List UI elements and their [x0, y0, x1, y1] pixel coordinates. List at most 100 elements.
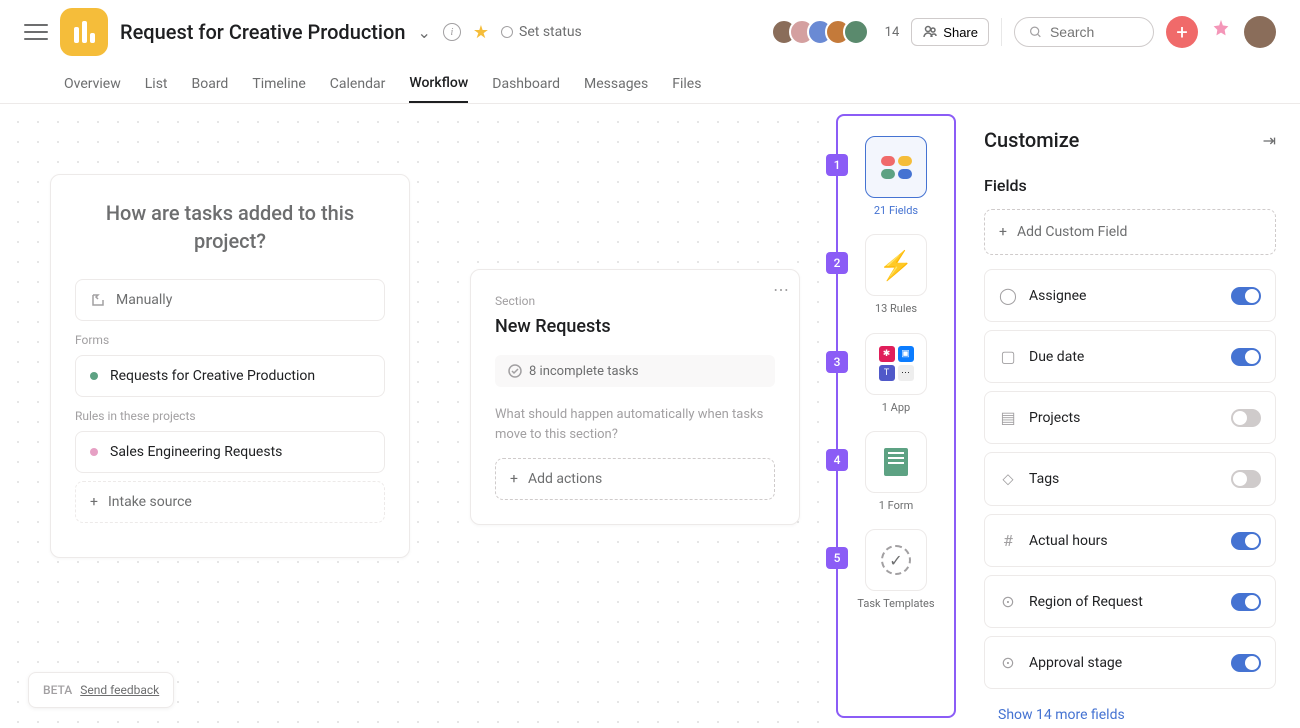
field-region[interactable]: ⊙Region of Request	[984, 575, 1276, 628]
tab-board[interactable]: Board	[192, 66, 229, 102]
beta-label: BETA	[43, 683, 72, 697]
check-circle-icon	[507, 363, 523, 379]
share-button[interactable]: Share	[911, 18, 989, 46]
field-approval[interactable]: ⊙Approval stage	[984, 636, 1276, 689]
section-panel: ⋯ Section New Requests 8 incomplete task…	[470, 269, 800, 525]
workflow-canvas[interactable]: How are tasks added to this project? Man…	[0, 104, 832, 728]
set-status-button[interactable]: Set status	[501, 24, 582, 40]
templates-card[interactable]: ✓	[865, 529, 927, 591]
plus-icon: +	[90, 494, 98, 510]
field-actual-hours[interactable]: #Actual hours	[984, 514, 1276, 567]
apps-icon: ✱▣ T⋯	[879, 346, 914, 381]
dropdown-icon: ⊙	[999, 653, 1017, 672]
rail-label: 21 Fields	[874, 204, 918, 218]
add-intake-button[interactable]: + Intake source	[75, 481, 385, 523]
header: Request for Creative Production ⌄ i ★ Se…	[0, 0, 1300, 64]
star-icon[interactable]: ★	[473, 22, 489, 43]
show-more-fields-link[interactable]: Show 14 more fields	[998, 707, 1125, 723]
dot-icon	[90, 372, 98, 380]
menu-toggle[interactable]	[24, 20, 48, 44]
rules-card[interactable]: ⚡	[865, 234, 927, 296]
add-custom-field-button[interactable]: + Add Custom Field	[984, 209, 1276, 255]
add-actions-button[interactable]: + Add actions	[495, 458, 775, 500]
rail-fields[interactable]: 1 21 Fields	[838, 136, 954, 218]
header-right: 14 Share +	[771, 16, 1276, 48]
beta-feedback: BETA Send feedback	[28, 672, 174, 708]
fields-card[interactable]	[865, 136, 927, 198]
tab-messages[interactable]: Messages	[584, 66, 648, 102]
divider	[1001, 18, 1002, 46]
projects-icon: ▤	[999, 408, 1017, 427]
field-tags[interactable]: ⬦Tags	[984, 452, 1276, 506]
manually-option[interactable]: Manually	[75, 279, 385, 321]
toggle[interactable]	[1231, 654, 1261, 672]
step-badge: 1	[826, 154, 848, 176]
send-feedback-link[interactable]: Send feedback	[80, 683, 159, 697]
toggle[interactable]	[1231, 348, 1261, 366]
project-title[interactable]: Request for Creative Production	[120, 20, 406, 44]
customize-rail: 1 21 Fields 2 ⚡ 13 Rules 3 ✱▣ T⋯ 1 App	[836, 114, 956, 718]
apps-card[interactable]: ✱▣ T⋯	[865, 333, 927, 395]
step-badge: 5	[826, 547, 848, 569]
customize-title: Customize	[984, 128, 1079, 152]
toggle[interactable]	[1231, 287, 1261, 305]
plus-icon: +	[510, 471, 518, 487]
tab-files[interactable]: Files	[672, 66, 701, 102]
step-badge: 3	[826, 351, 848, 373]
section-prompt: What should happen automatically when ta…	[495, 405, 775, 444]
form-item[interactable]: Requests for Creative Production	[75, 355, 385, 397]
toggle[interactable]	[1231, 409, 1261, 427]
tab-dashboard[interactable]: Dashboard	[492, 66, 560, 102]
tab-overview[interactable]: Overview	[64, 66, 121, 102]
main-content: How are tasks added to this project? Man…	[0, 104, 1300, 728]
member-avatars[interactable]	[771, 19, 869, 45]
info-icon[interactable]: i	[443, 23, 461, 41]
section-name[interactable]: New Requests	[495, 316, 775, 337]
field-assignee[interactable]: ◯Assignee	[984, 269, 1276, 322]
project-tabs: Overview List Board Timeline Calendar Wo…	[0, 64, 1300, 104]
toggle[interactable]	[1231, 532, 1261, 550]
rail-label: 1 App	[882, 401, 910, 415]
search-icon	[1029, 24, 1042, 40]
intake-title: How are tasks added to this project?	[75, 199, 385, 255]
create-button[interactable]: +	[1166, 16, 1198, 48]
tab-workflow[interactable]: Workflow	[409, 65, 468, 103]
rail-label: 13 Rules	[875, 302, 917, 316]
fields-icon	[881, 156, 912, 179]
tab-timeline[interactable]: Timeline	[252, 66, 305, 102]
forms-card[interactable]	[865, 431, 927, 493]
chevron-down-icon[interactable]: ⌄	[418, 23, 431, 42]
search-input-wrapper[interactable]	[1014, 17, 1154, 47]
more-icon[interactable]: ⋯	[773, 280, 789, 299]
forms-label: Forms	[75, 333, 385, 347]
field-due-date[interactable]: ▢Due date	[984, 330, 1276, 383]
user-avatar[interactable]	[1244, 16, 1276, 48]
rail-apps[interactable]: 3 ✱▣ T⋯ 1 App	[838, 333, 954, 415]
premium-icon[interactable]	[1210, 18, 1232, 46]
collapse-icon[interactable]: ⇥	[1263, 131, 1276, 150]
rail-rules[interactable]: 2 ⚡ 13 Rules	[838, 234, 954, 316]
people-icon	[922, 24, 938, 40]
toggle[interactable]	[1231, 470, 1261, 488]
fields-section-title: Fields	[984, 176, 1276, 195]
project-icon[interactable]	[60, 8, 108, 56]
tab-calendar[interactable]: Calendar	[330, 66, 386, 102]
plus-icon: +	[999, 224, 1007, 240]
rules-label: Rules in these projects	[75, 409, 385, 423]
rail-templates[interactable]: 5 ✓ Task Templates	[838, 529, 954, 611]
task-count-button[interactable]: 8 incomplete tasks	[495, 355, 775, 387]
rule-item[interactable]: Sales Engineering Requests	[75, 431, 385, 473]
user-icon: ◯	[999, 286, 1017, 305]
search-input[interactable]	[1050, 24, 1139, 40]
template-icon: ✓	[881, 545, 911, 575]
customize-header: Customize ⇥	[984, 128, 1276, 152]
section-label: Section	[495, 294, 775, 308]
intake-panel: How are tasks added to this project? Man…	[50, 174, 410, 558]
rail-label: 1 Form	[879, 499, 914, 513]
tab-list[interactable]: List	[145, 66, 168, 102]
toggle[interactable]	[1231, 593, 1261, 611]
hash-icon: #	[999, 531, 1017, 550]
field-projects[interactable]: ▤Projects	[984, 391, 1276, 444]
calendar-icon: ▢	[999, 347, 1017, 366]
rail-forms[interactable]: 4 1 Form	[838, 431, 954, 513]
